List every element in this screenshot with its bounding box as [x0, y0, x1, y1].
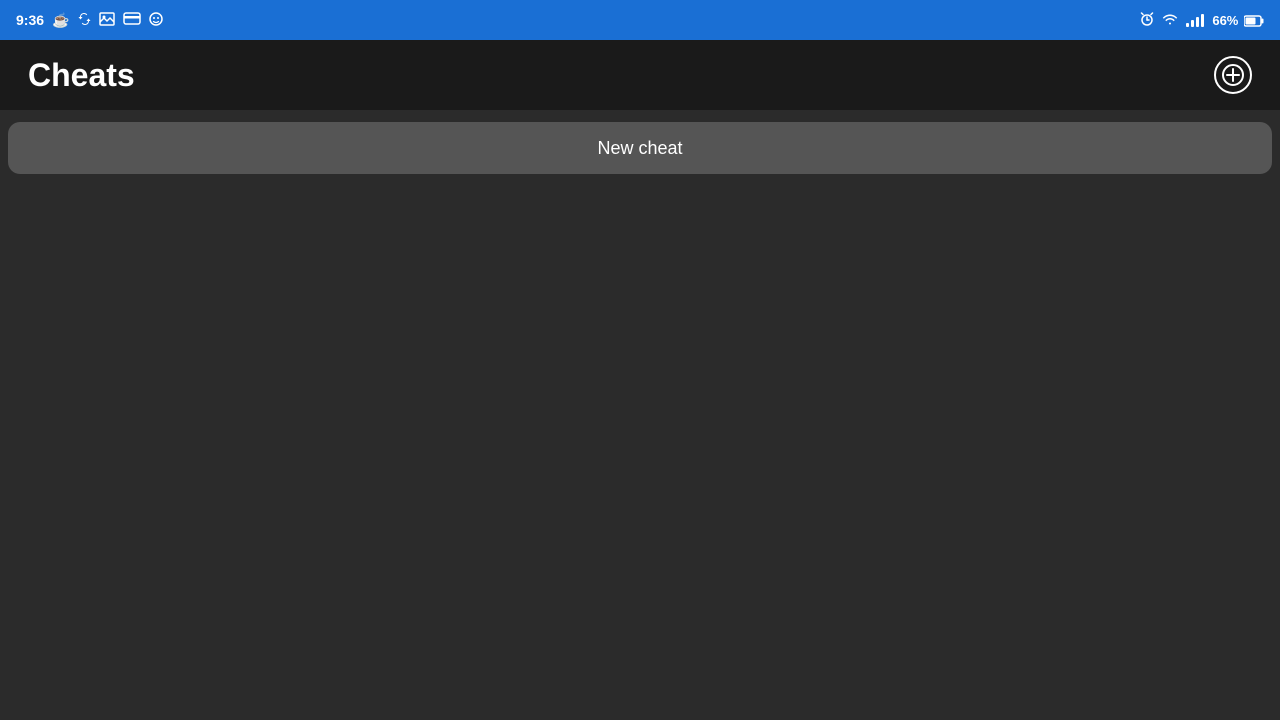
alarm-clock-icon: ☕ [52, 12, 69, 29]
image-icon [99, 12, 115, 29]
time-display: 9:36 [16, 12, 44, 28]
sync-icon [77, 12, 91, 29]
status-bar-left: 9:36 ☕ [16, 12, 163, 29]
status-bar: 9:36 ☕ [0, 0, 1280, 40]
page-title: Cheats [28, 57, 135, 94]
signal-icon [1186, 13, 1204, 27]
battery-percent-text: 66% [1212, 13, 1238, 28]
alarm-icon [1140, 12, 1154, 29]
app-header: Cheats [0, 40, 1280, 110]
card-icon [123, 12, 141, 28]
face-icon [149, 12, 163, 29]
add-cheat-button[interactable] [1214, 56, 1252, 94]
wifi-icon [1162, 12, 1178, 28]
status-bar-right: 66% [1140, 12, 1264, 29]
battery-display: 66% [1212, 13, 1264, 28]
new-cheat-button[interactable]: New cheat [8, 122, 1272, 174]
content-area: New cheat [0, 110, 1280, 186]
